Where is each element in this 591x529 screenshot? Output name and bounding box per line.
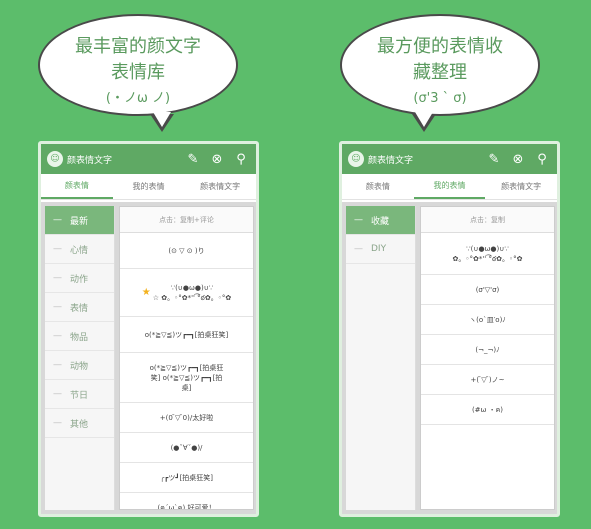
sidebar-item-animals[interactable]: — 动物 xyxy=(45,351,114,380)
left-app-tabs: 颜表情 我的表情 颜表情文字 xyxy=(41,174,256,200)
sidebar-item-label: DIY xyxy=(371,244,387,254)
list-header: 点击：复制 xyxy=(421,207,554,233)
right-app-screen: ☺ 颜表情文字 ✎ ⊗ ⚲ 颜表情 我的表情 颜表情文字 — 收藏 — DIY 点击… xyxy=(339,141,560,517)
right-app-content: — 收藏 — DIY 点击：复制 ∵(∪●ω●)∪∵ ✿。◦°✿*'' ͡°ఠ✿。◦… xyxy=(342,202,557,514)
right-bubble-line1: 最方便的表情收 xyxy=(377,36,503,57)
left-category-sidebar: — 最新 — 心情 — 动作 — 表情 — 物品 — 动物 — 节日 — 其他 xyxy=(45,206,115,510)
list-item[interactable]: (σ'▽'σ) xyxy=(421,275,554,305)
sidebar-item-label: 物品 xyxy=(70,332,89,343)
sidebar-item-mood[interactable]: — 心情 xyxy=(45,235,114,264)
right-emoticon-list: 点击：复制 ∵(∪●ω●)∪∵ ✿。◦°✿*'' ͡°ఠ✿。◦°✿ (σ'▽'σ… xyxy=(420,206,555,510)
left-app-topbar: ☺ 颜表情文字 ✎ ⊗ ⚲ xyxy=(41,144,256,174)
list-item[interactable]: (ฅ´ω`ฅ) 好可爱！ xyxy=(120,493,253,510)
app-logo-icon: ☺ xyxy=(348,151,364,167)
left-app-content: — 最新 — 心情 — 动作 — 表情 — 物品 — 动物 — 节日 — 其他 点击：复制+评论… xyxy=(41,202,256,514)
sidebar-item-label: 收藏 xyxy=(371,216,390,227)
left-speech-bubble: 最丰富的颜文字 表情库 (・ノω ノ) xyxy=(38,14,238,132)
tab-my-emoticons[interactable]: 我的表情 xyxy=(413,174,486,199)
right-app-topbar: ☺ 颜表情文字 ✎ ⊗ ⚲ xyxy=(342,144,557,174)
search-icon[interactable]: ⚲ xyxy=(533,150,551,168)
list-item[interactable]: ╭┏ツ┛[拍桌狂笑] xyxy=(120,463,253,493)
app-title: 颜表情文字 xyxy=(368,155,414,166)
sidebar-item-favorites[interactable]: — 收藏 xyxy=(346,206,415,235)
list-item[interactable]: (¬_¬)ﾉ xyxy=(421,335,554,365)
sidebar-item-objects[interactable]: — 物品 xyxy=(45,322,114,351)
tab-emoticons[interactable]: 颜表情 xyxy=(41,174,113,199)
left-bubble-line1: 最丰富的颜文字 xyxy=(75,36,201,57)
list-item[interactable]: o(*≧▽≦)ツ┏━┓[拍桌狂笑] xyxy=(120,317,253,353)
right-bubble-line2: 藏整理 xyxy=(413,62,467,83)
right-speech-bubble: 最方便的表情收 藏整理 (σ'3 ˋ σ) xyxy=(340,14,540,132)
sidebar-item-label: 心情 xyxy=(70,245,89,256)
right-category-sidebar: — 收藏 — DIY xyxy=(346,206,416,510)
sidebar-item-expression[interactable]: — 表情 xyxy=(45,293,114,322)
list-item[interactable]: +( ̄▽ ̄)ノ~ xyxy=(421,365,554,395)
tab-emoticon-text[interactable]: 颜表情文字 xyxy=(184,174,256,199)
sidebar-item-action[interactable]: — 动作 xyxy=(45,264,114,293)
sidebar-item-label: 节日 xyxy=(70,390,89,401)
tab-emoticon-text[interactable]: 颜表情文字 xyxy=(485,174,557,199)
sidebar-item-label: 动作 xyxy=(70,274,89,285)
star-icon: ★ xyxy=(141,286,151,298)
app-logo-icon: ☺ xyxy=(47,151,63,167)
left-bubble-line2: 表情库 xyxy=(111,62,165,83)
edit-icon[interactable]: ✎ xyxy=(184,150,202,168)
left-emoticon-list: 点击：复制+评论 (⊙ ▽ ⊙ )り ★ ∵(∪●ω●)∪∵ ☆ ✿。◦°✿*''… xyxy=(119,206,254,510)
left-app-screen: ☺ 颜表情文字 ✎ ⊗ ⚲ 颜表情 我的表情 颜表情文字 — 最新 — 心情 — 动作… xyxy=(38,141,259,517)
app-title: 颜表情文字 xyxy=(67,155,113,166)
list-item[interactable]: +(0 ̄▽ ̄0)/太好啦 xyxy=(120,403,253,433)
list-item[interactable]: ∵(∪●ω●)∪∵ ✿。◦°✿*'' ͡°ఠ✿。◦°✿ xyxy=(421,233,554,275)
list-item[interactable]: (⊙ ▽ ⊙ )り xyxy=(120,233,253,269)
sidebar-item-latest[interactable]: — 最新 xyxy=(45,206,114,235)
list-item[interactable]: ★ ∵(∪●ω●)∪∵ ☆ ✿。◦°✿*'' ͡°ఠ✿。◦°✿ xyxy=(120,269,253,317)
left-bubble-line3: (・ノω ノ) xyxy=(105,91,171,106)
tab-my-emoticons[interactable]: 我的表情 xyxy=(113,174,185,199)
sidebar-item-diy[interactable]: — DIY xyxy=(346,235,415,264)
sidebar-item-label: 其他 xyxy=(70,419,89,430)
sidebar-item-label: 最新 xyxy=(70,216,89,227)
list-item[interactable]: ヽ(o`皿′o)ﾉ xyxy=(421,305,554,335)
sidebar-item-other[interactable]: — 其他 xyxy=(45,409,114,438)
list-header: 点击：复制+评论 xyxy=(120,207,253,233)
close-circle-icon[interactable]: ⊗ xyxy=(208,150,226,168)
sidebar-item-holiday[interactable]: — 节日 xyxy=(45,380,114,409)
list-item[interactable]: (#ω ・ฅ) xyxy=(421,395,554,425)
sidebar-item-label: 表情 xyxy=(70,303,89,314)
close-circle-icon[interactable]: ⊗ xyxy=(509,150,527,168)
sidebar-item-label: 动物 xyxy=(70,361,89,372)
tab-emoticons[interactable]: 颜表情 xyxy=(342,174,414,199)
search-icon[interactable]: ⚲ xyxy=(232,150,250,168)
right-app-tabs: 颜表情 我的表情 颜表情文字 xyxy=(342,174,557,200)
edit-icon[interactable]: ✎ xyxy=(485,150,503,168)
right-bubble-line3: (σ'3 ˋ σ) xyxy=(413,91,467,106)
list-item[interactable]: o(*≧▽≦)ツ┏━┓[拍桌狂 笑] o(*≧▽≦)ツ┏━┓[拍 桌] xyxy=(120,353,253,403)
list-item-text: ∵(∪●ω●)∪∵ ☆ ✿。◦°✿*'' ͡°ఠ✿。◦°✿ xyxy=(152,283,232,302)
list-item[interactable]: (●ˇ∀ˇ●)/ xyxy=(120,433,253,463)
